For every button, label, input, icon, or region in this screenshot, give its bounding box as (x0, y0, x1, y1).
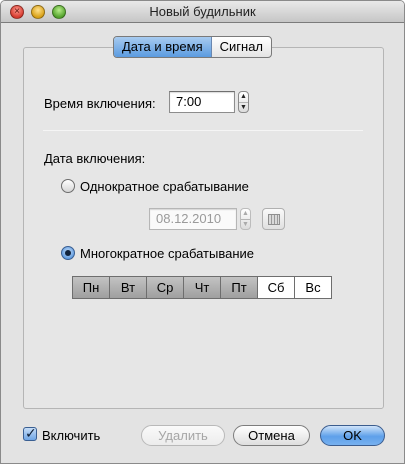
date-label: Дата включения: (44, 151, 146, 166)
tab-signal[interactable]: Сигнал (212, 37, 271, 57)
stepper-down-icon[interactable]: ▼ (241, 219, 250, 229)
weekday-tue[interactable]: Вт (110, 277, 147, 298)
ok-button[interactable]: OK (320, 425, 385, 446)
weekday-thu[interactable]: Чт (184, 277, 221, 298)
time-label: Время включения: (44, 96, 156, 111)
radio-once-label[interactable]: Однократное срабатывание (80, 179, 249, 194)
weekday-fri[interactable]: Пт (221, 277, 258, 298)
check-icon: ✓ (25, 425, 37, 441)
tab-bar: Дата и время Сигнал (113, 36, 273, 58)
time-field[interactable]: 7:00 (169, 91, 235, 113)
alarm-window: × Новый будильник Дата и время Сигнал Вр… (0, 0, 405, 464)
separator (43, 130, 363, 131)
time-stepper[interactable]: ▲ ▼ (238, 91, 249, 113)
date-field[interactable]: 08.12.2010 (149, 208, 237, 230)
calendar-button[interactable] (262, 208, 285, 230)
stepper-up-icon[interactable]: ▲ (241, 209, 250, 219)
weekday-selector: Пн Вт Ср Чт Пт Сб Вс (72, 276, 332, 299)
window-title: Новый будильник (149, 4, 256, 19)
radio-repeat[interactable] (61, 246, 75, 260)
tab-date-time[interactable]: Дата и время (114, 37, 212, 57)
date-stepper[interactable]: ▲ ▼ (240, 208, 251, 230)
radio-repeat-label[interactable]: Многократное срабатывание (80, 246, 254, 261)
delete-button[interactable]: Удалить (141, 425, 225, 446)
enable-checkbox[interactable]: ✓ (23, 425, 37, 441)
weekday-wed[interactable]: Ср (147, 277, 184, 298)
enable-label[interactable]: Включить (42, 428, 100, 443)
stepper-up-icon[interactable]: ▲ (239, 92, 248, 102)
radio-once[interactable] (61, 179, 75, 193)
weekday-sat[interactable]: Сб (258, 277, 295, 298)
calendar-icon (268, 214, 280, 225)
stepper-down-icon[interactable]: ▼ (239, 102, 248, 112)
title-bar[interactable]: × Новый будильник (1, 1, 404, 23)
weekday-mon[interactable]: Пн (73, 277, 110, 298)
cancel-button[interactable]: Отмена (233, 425, 310, 446)
weekday-sun[interactable]: Вс (295, 277, 331, 298)
